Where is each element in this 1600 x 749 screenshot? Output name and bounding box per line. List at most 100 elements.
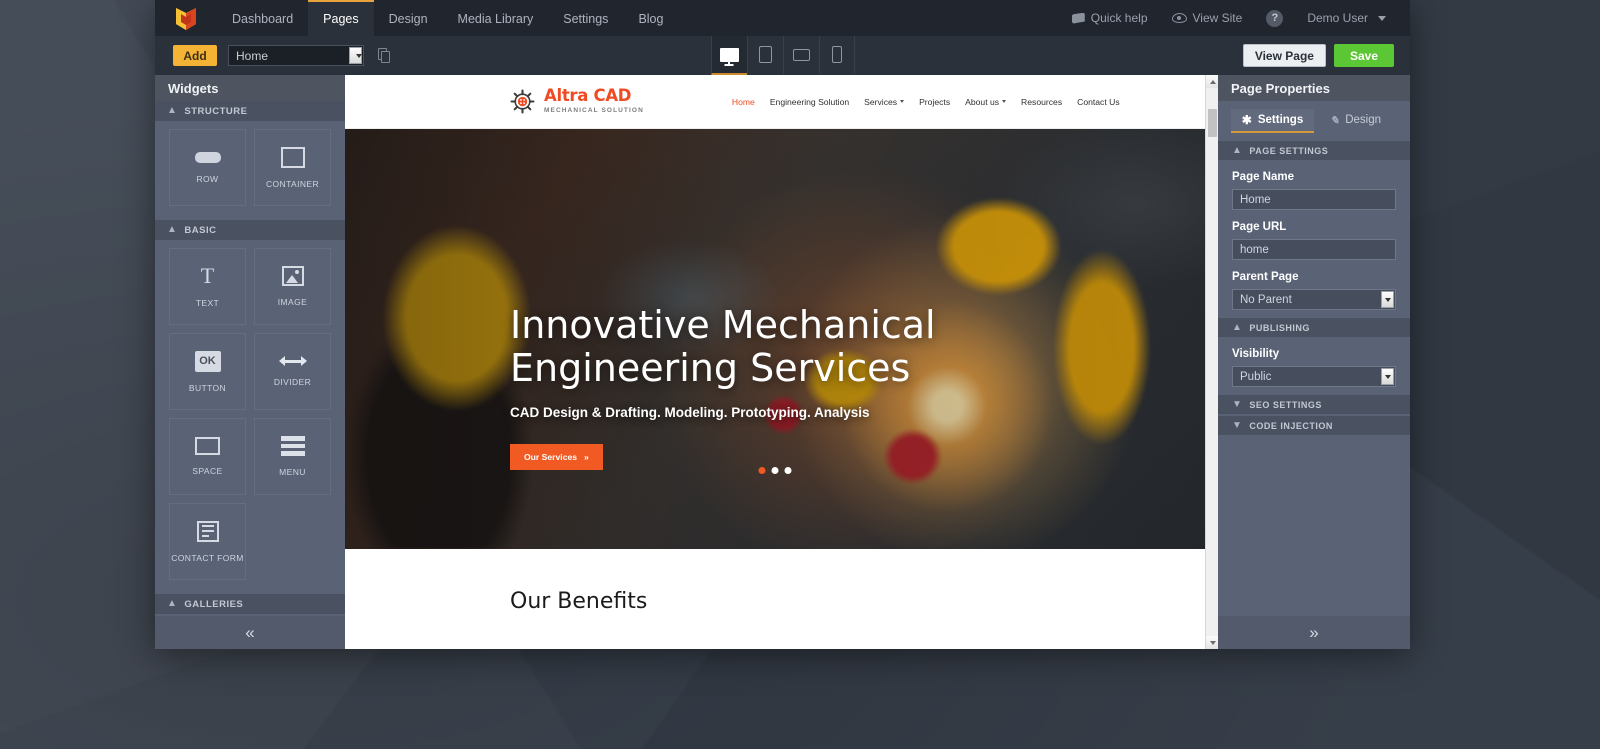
- scrollbar-thumb[interactable]: [1208, 109, 1217, 137]
- hero-heading-line2: Engineering Services: [510, 347, 936, 390]
- row-icon: [195, 152, 221, 163]
- site-nav-home[interactable]: Home: [732, 97, 755, 107]
- site-nav-about-us[interactable]: About us: [965, 97, 1006, 107]
- chevron-up-icon: ▲: [167, 106, 177, 116]
- scroll-up-arrow-icon[interactable]: [1206, 75, 1218, 88]
- site-nav-engineering-solution[interactable]: Engineering Solution: [770, 97, 849, 107]
- section-page-settings[interactable]: ▲ PAGE SETTINGS: [1218, 141, 1410, 160]
- chevron-down-icon[interactable]: [1381, 291, 1394, 308]
- widget-group-label: GALLERIES: [184, 599, 243, 610]
- help-button[interactable]: ?: [1256, 0, 1293, 36]
- user-menu-label: Demo User: [1307, 11, 1368, 25]
- widget-divider[interactable]: DIVIDER: [254, 333, 331, 410]
- topnav-label: Design: [389, 12, 428, 26]
- page-canvas: Altra CAD MECHANICAL SOLUTION Home Engin…: [345, 75, 1218, 649]
- device-preview-switcher: [711, 36, 855, 75]
- site-logo[interactable]: Altra CAD MECHANICAL SOLUTION: [510, 88, 644, 115]
- editor-toolbar: Add Home View Page Save: [155, 36, 1410, 75]
- carousel-dot-2[interactable]: [772, 467, 779, 474]
- section-label: PAGE SETTINGS: [1249, 146, 1328, 156]
- widget-menu[interactable]: MENU: [254, 418, 331, 495]
- chevron-down-icon[interactable]: [1381, 368, 1394, 385]
- mobirise-logo-icon: [173, 5, 199, 31]
- book-icon: [1072, 13, 1085, 24]
- parent-page-select[interactable]: No Parent: [1232, 289, 1396, 310]
- scroll-down-arrow-icon[interactable]: [1206, 636, 1218, 649]
- carousel-dot-1[interactable]: [759, 467, 766, 474]
- visibility-select[interactable]: Public: [1232, 366, 1396, 387]
- widget-image[interactable]: IMAGE: [254, 248, 331, 325]
- tab-label: Settings: [1258, 114, 1303, 126]
- widget-group-basic[interactable]: ▲ BASIC: [155, 220, 345, 240]
- widget-grid-basic: T TEXT IMAGE OK BUTTON DIVIDER SPACE: [155, 240, 345, 594]
- site-nav-services[interactable]: Services: [864, 97, 904, 107]
- page-selector-value: Home: [229, 49, 268, 63]
- widget-contact-form[interactable]: CONTACT FORM: [169, 503, 246, 580]
- our-services-button[interactable]: Our Services »: [510, 444, 603, 470]
- quick-help-button[interactable]: Quick help: [1062, 0, 1158, 36]
- tablet-portrait-icon: [759, 46, 772, 63]
- visibility-label: Visibility: [1232, 348, 1396, 360]
- main-navigation: Dashboard Pages Design Media Library Set…: [217, 0, 678, 36]
- our-services-label: Our Services: [524, 452, 577, 462]
- carousel-dot-3[interactable]: [785, 467, 792, 474]
- section-label: CODE INJECTION: [1249, 421, 1333, 431]
- site-nav-resources[interactable]: Resources: [1021, 97, 1062, 107]
- topnav-item-media-library[interactable]: Media Library: [443, 0, 549, 36]
- collapse-properties-panel-button[interactable]: »: [1218, 616, 1410, 649]
- mobirise-app-window: Dashboard Pages Design Media Library Set…: [155, 0, 1410, 649]
- topnav-item-dashboard[interactable]: Dashboard: [217, 0, 308, 36]
- section-seo-settings[interactable]: ▼ SEO SETTINGS: [1218, 395, 1410, 414]
- menu-icon: [281, 436, 305, 456]
- widget-group-label: STRUCTURE: [184, 106, 247, 117]
- section-publishing[interactable]: ▲ PUBLISHING: [1218, 318, 1410, 337]
- widget-text[interactable]: T TEXT: [169, 248, 246, 325]
- widget-button[interactable]: OK BUTTON: [169, 333, 246, 410]
- widgets-panel: Widgets ▲ STRUCTURE ROW CONTAINER ▲ BASI…: [155, 75, 345, 649]
- duplicate-page-icon[interactable]: [378, 48, 391, 63]
- page-selector-dropdown[interactable]: Home: [228, 45, 364, 66]
- chevron-down-icon[interactable]: [349, 47, 362, 64]
- widget-grid-structure: ROW CONTAINER: [155, 121, 345, 220]
- topnav-item-settings[interactable]: Settings: [548, 0, 623, 36]
- topnav-item-pages[interactable]: Pages: [308, 0, 373, 36]
- space-icon: [195, 437, 220, 455]
- chevron-down-icon: [900, 100, 904, 103]
- app-logo[interactable]: [155, 0, 217, 36]
- widget-space[interactable]: SPACE: [169, 418, 246, 495]
- widget-group-galleries[interactable]: ▲ GALLERIES: [155, 594, 345, 614]
- device-mobile-button[interactable]: [819, 36, 855, 75]
- collapse-widgets-panel-button[interactable]: «: [155, 616, 345, 649]
- widget-label: DIVIDER: [274, 377, 311, 387]
- page-name-input[interactable]: Home: [1232, 189, 1396, 210]
- view-site-button[interactable]: View Site: [1162, 0, 1253, 36]
- tab-design[interactable]: ✎ Design: [1314, 109, 1397, 133]
- save-button[interactable]: Save: [1334, 44, 1394, 67]
- user-menu[interactable]: Demo User: [1297, 0, 1396, 36]
- field-page-name: Page Name Home: [1218, 160, 1410, 210]
- parent-page-label: Parent Page: [1232, 271, 1396, 283]
- device-tablet-landscape-button[interactable]: [783, 36, 819, 75]
- field-parent-page: Parent Page No Parent: [1218, 260, 1410, 310]
- topnav-item-blog[interactable]: Blog: [623, 0, 678, 36]
- mobile-icon: [832, 46, 842, 63]
- site-nav-projects[interactable]: Projects: [919, 97, 950, 107]
- brush-icon: ✎: [1330, 114, 1339, 127]
- site-nav-contact-us[interactable]: Contact Us: [1077, 97, 1120, 107]
- section-code-injection[interactable]: ▼ CODE INJECTION: [1218, 416, 1410, 435]
- page-url-input[interactable]: home: [1232, 239, 1396, 260]
- widget-row[interactable]: ROW: [169, 129, 246, 206]
- canvas-scrollbar[interactable]: [1205, 75, 1218, 649]
- button-icon: OK: [195, 351, 221, 372]
- device-tablet-portrait-button[interactable]: [747, 36, 783, 75]
- widget-group-structure[interactable]: ▲ STRUCTURE: [155, 101, 345, 121]
- widget-container[interactable]: CONTAINER: [254, 129, 331, 206]
- container-icon: [281, 147, 305, 168]
- view-page-button[interactable]: View Page: [1243, 44, 1326, 67]
- topnav-item-design[interactable]: Design: [374, 0, 443, 36]
- topbar-utilities: Quick help View Site ? Demo User: [1062, 0, 1410, 36]
- add-page-button[interactable]: Add: [173, 45, 217, 66]
- device-desktop-button[interactable]: [711, 36, 747, 75]
- divider-icon: [279, 356, 307, 366]
- tab-settings[interactable]: ✱ Settings: [1231, 109, 1314, 133]
